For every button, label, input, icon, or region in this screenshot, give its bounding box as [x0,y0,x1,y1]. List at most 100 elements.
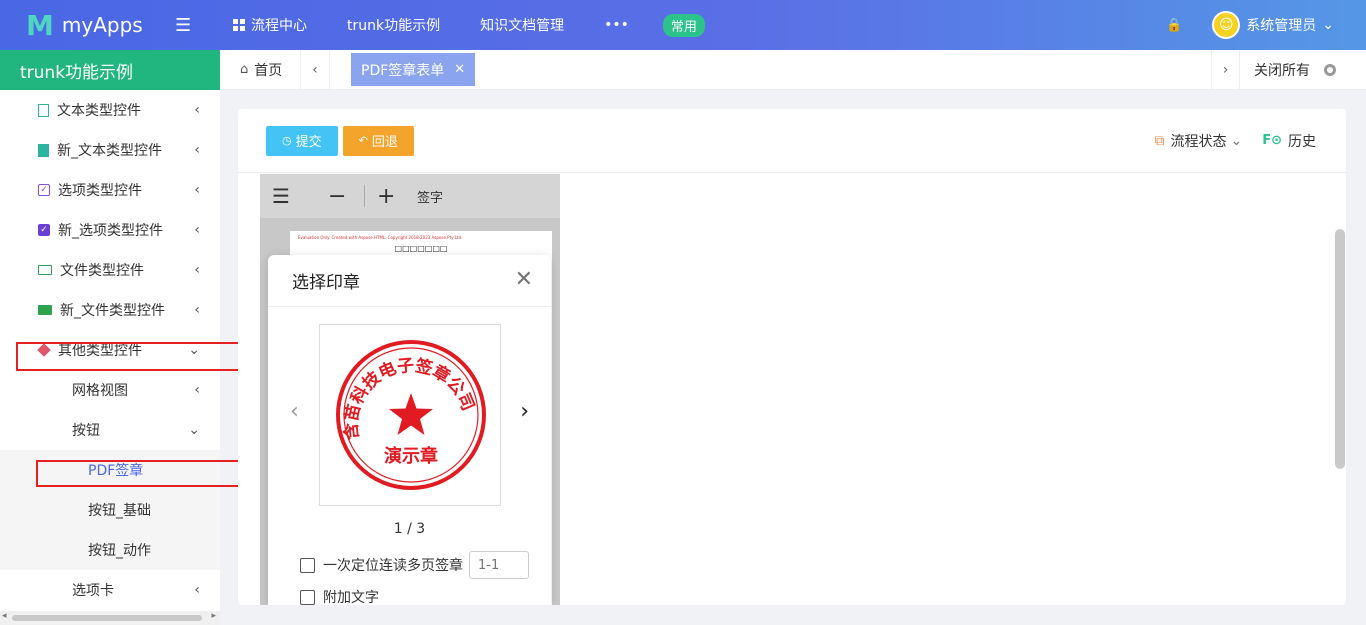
seal-preview[interactable]: 含苗科技电子签章公司 演示章 [319,324,501,506]
seal-pager: 1 / 3 [393,521,426,537]
home-icon: ⌂ [240,62,249,77]
attach-text-option[interactable]: 附加文字 [300,587,379,605]
tab-prev-button[interactable]: ‹ [300,49,330,90]
hamburger-menu-icon[interactable]: ☰ [272,184,312,208]
dialog-header: 选择印章 ✕ [268,255,551,307]
sidebar-item-label: 新_文本类型控件 [57,143,162,159]
common-badge[interactable]: 常用 [662,13,705,37]
toolbar-right: ⧉ 流程状态 ⌄ F⊙ 历史 [1154,131,1346,151]
topnav-item-trunk[interactable]: trunk功能示例 [347,15,440,35]
sidebar-item-button-action[interactable]: 按钮_动作 [0,530,220,570]
chevron-down-icon[interactable]: ⌄ [1230,133,1242,149]
pdf-viewer: ☰ − + 签字 Evaluation Only. Created with A… [260,174,560,605]
close-icon[interactable]: ✕ [515,267,533,292]
submit-button[interactable]: ◷ 提交 [266,125,338,156]
multi-page-option[interactable]: 一次定位连读多页签章 [300,551,529,579]
tab-pdf-seal-form[interactable]: PDF签章表单 ✕ [351,53,476,86]
document-filled-icon [38,143,49,157]
zoom-out-icon[interactable]: − [328,184,364,209]
sidebar-item-grid-view[interactable]: 网格视图 ‹ [0,370,220,410]
topnav-more-button[interactable]: ••• [604,17,629,33]
sidebar-item-label: 按钮_基础 [88,503,151,519]
form-toolbar: ◷ 提交 ↶ 回退 ⧉ 流程状态 ⌄ F⊙ 历史 [238,109,1346,173]
sidebar-item-file-controls[interactable]: 文件类型控件 ‹ [0,250,220,290]
chevron-left-icon: ‹ [194,302,200,318]
sidebar-item-label: 文本类型控件 [57,103,141,119]
zoom-in-icon[interactable]: + [377,184,417,209]
lock-icon[interactable]: 🔒 [1166,18,1182,33]
sidebar-horizontal-scrollbar[interactable]: ◂ ▸ [0,611,220,625]
sidebar-title: trunk功能示例 [0,50,220,90]
chevron-down-icon[interactable]: ⌄ [1322,17,1334,33]
rollback-button[interactable]: ↶ 回退 [342,125,414,156]
seal-center-text: 演示章 [384,445,438,467]
top-nav: 流程中心 trunk功能示例 知识文档管理 ••• 常用 [233,13,705,37]
close-all-button[interactable]: 关闭所有 [1239,49,1366,90]
history-button[interactable]: 历史 [1288,131,1316,151]
menu-toggle-icon[interactable]: ☰ [175,15,205,36]
divider [364,185,365,207]
seal-image: 含苗科技电子签章公司 演示章 [336,340,486,490]
page-range-input[interactable] [469,551,529,579]
app-logo[interactable]: M myApps [0,9,165,42]
attach-text-label: 附加文字 [323,590,379,605]
rollback-label: 回退 [371,135,398,150]
topnav-label: 流程中心 [251,18,307,34]
sidebar-item-new-option-controls[interactable]: ✓ 新_选项类型控件 ‹ [0,210,220,250]
logo-text: myApps [61,13,143,37]
grid-icon [233,19,245,31]
sidebar-item-new-file-controls[interactable]: 新_文件类型控件 ‹ [0,290,220,330]
sidebar: trunk功能示例 文本类型控件 ‹ 新_文本类型控件 ‹ ✓ 选项类型控件 ‹… [0,50,220,625]
chevron-left-icon: ‹ [194,582,200,598]
topnav-item-workflow[interactable]: 流程中心 [233,15,307,35]
svg-text:含苗科技电子签章公司: 含苗科技电子签章公司 [340,355,477,441]
multi-page-checkbox[interactable] [300,557,315,573]
username[interactable]: 系统管理员 [1246,15,1316,35]
sign-button[interactable]: 签字 [417,187,443,206]
chevron-left-icon: ‹ [194,182,200,198]
flow-status-button[interactable]: 流程状态 [1170,131,1226,151]
close-all-label: 关闭所有 [1254,62,1310,79]
topnav-label: 知识文档管理 [480,18,565,34]
sidebar-item-text-controls[interactable]: 文本类型控件 ‹ [0,90,220,130]
dialog-title: 选择印章 [292,273,360,293]
chevron-left-icon: ‹ [194,102,200,118]
sidebar-item-label: 新_选项类型控件 [58,223,163,239]
sidebar-item-label: 新_文件类型控件 [60,303,165,319]
scroll-right-icon[interactable]: ▸ [211,611,216,621]
attach-text-checkbox[interactable] [300,589,315,605]
sidebar-item-label: 选项卡 [72,583,114,599]
form-card: ◷ 提交 ↶ 回退 ⧉ 流程状态 ⌄ F⊙ 历史 ☰ − + 签字 Evalua… [238,109,1346,605]
tab-label: PDF签章表单 [361,62,445,79]
more-icon: ••• [604,17,629,33]
chevron-left-icon: ‹ [194,262,200,278]
avatar[interactable]: ☺ [1212,11,1241,39]
chevron-left-icon: ‹ [194,142,200,158]
prev-seal-icon[interactable]: ‹ [290,399,299,424]
sidebar-item-buttons[interactable]: 按钮 ⌄ [0,410,220,450]
pdf-toolbar: ☰ − + 签字 [260,174,560,218]
tab-next-button[interactable]: › [1211,49,1239,90]
pdf-page-title: □□□□□□□ [394,244,448,253]
multi-page-label: 一次定位连读多页签章 [323,558,463,574]
tab-home[interactable]: ⌂ 首页 [220,60,300,80]
content-vertical-scrollbar[interactable] [1335,229,1345,469]
document-icon [38,103,49,117]
next-seal-icon[interactable]: › [520,399,529,424]
sidebar-item-tabs[interactable]: 选项卡 ‹ [0,570,220,610]
gear-icon[interactable] [1324,63,1336,76]
highlight-box-other-controls [16,342,245,371]
checkbox-filled-icon: ✓ [38,224,50,236]
undo-icon: ↶ [358,134,368,147]
folder-icon [38,265,52,275]
scroll-left-icon[interactable]: ◂ [2,611,7,621]
sidebar-item-label: 文件类型控件 [60,263,144,279]
sidebar-item-option-controls[interactable]: ✓ 选项类型控件 ‹ [0,170,220,210]
sidebar-item-new-text-controls[interactable]: 新_文本类型控件 ‹ [0,130,220,170]
topnav-item-knowledge[interactable]: 知识文档管理 [480,15,564,35]
tab-home-label: 首页 [254,62,283,79]
sidebar-item-button-basic[interactable]: 按钮_基础 [0,490,220,530]
checkbox-icon: ✓ [38,184,50,196]
close-icon[interactable]: ✕ [454,62,465,77]
scrollbar-thumb[interactable] [12,615,202,621]
